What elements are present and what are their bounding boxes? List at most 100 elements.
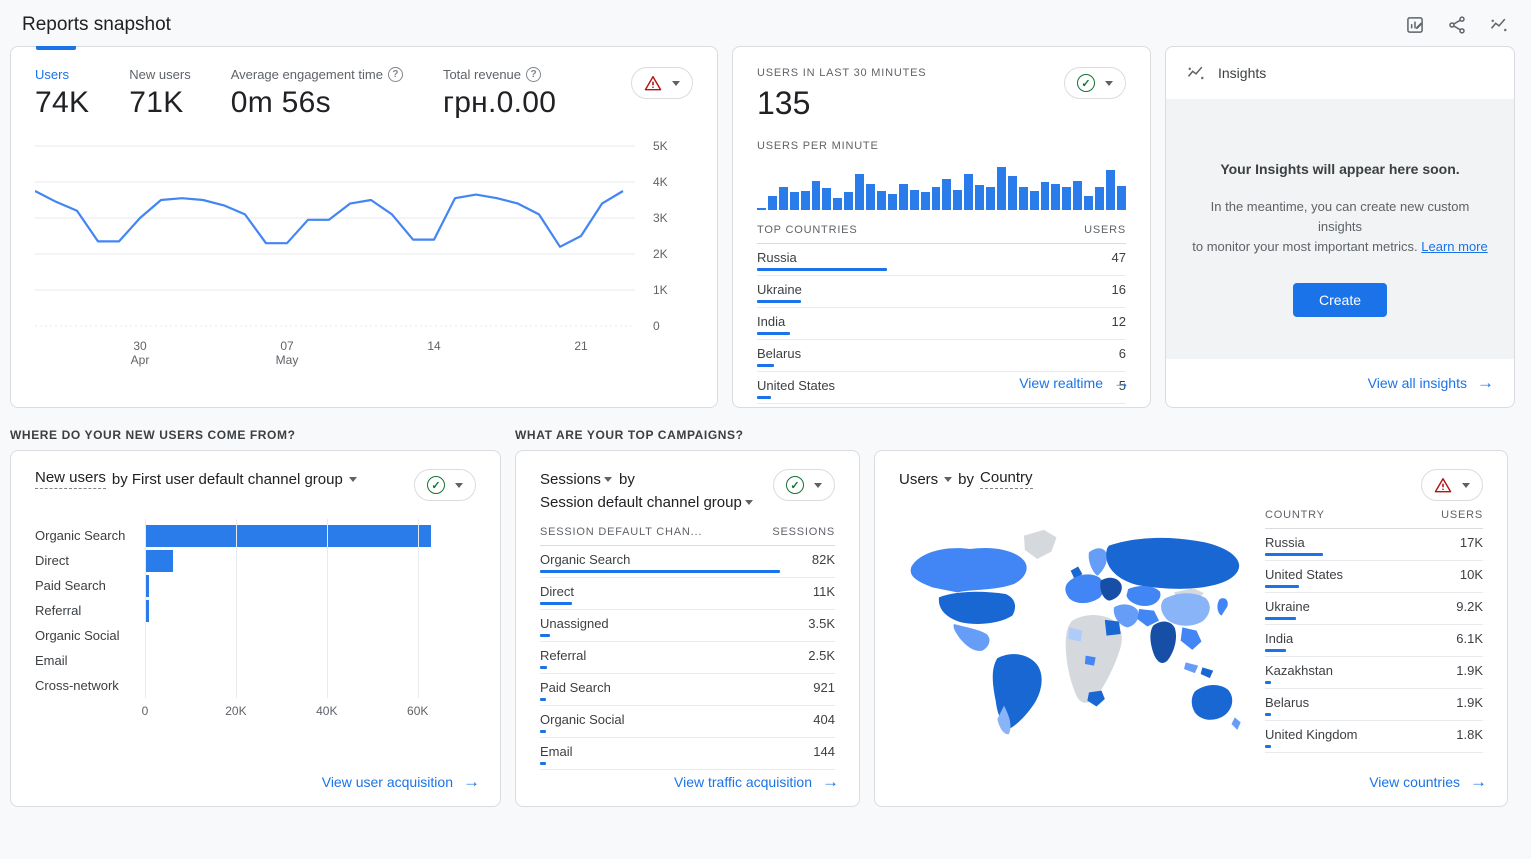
metric-selector[interactable]: New users xyxy=(35,469,106,489)
category-label: Cross-network xyxy=(35,678,145,693)
dimension-selector[interactable]: Country xyxy=(980,469,1033,489)
minute-bar xyxy=(932,187,941,210)
minute-bar xyxy=(768,196,777,210)
row-minibar xyxy=(757,364,774,367)
section-title-campaigns: WHAT ARE YOUR TOP CAMPAIGNS? xyxy=(515,428,875,442)
svg-text:5K: 5K xyxy=(653,139,668,153)
row-label: Ukraine xyxy=(757,282,802,297)
chevron-down-icon[interactable] xyxy=(745,500,753,505)
view-all-insights-link[interactable]: View all insights→ xyxy=(1368,373,1494,393)
chevron-down-icon[interactable] xyxy=(604,477,612,482)
data-quality-dropdown[interactable] xyxy=(631,67,693,99)
row-label: United Kingdom xyxy=(1265,727,1358,742)
category-label: Organic Social xyxy=(35,628,145,643)
column-header: USERS xyxy=(1441,509,1483,521)
metric-tab-new-users[interactable]: New users 71K xyxy=(129,67,190,120)
minute-bar xyxy=(921,192,930,210)
view-realtime-link[interactable]: View realtime→ xyxy=(1019,373,1130,393)
learn-more-link[interactable]: Learn more xyxy=(1421,239,1487,254)
insights-header-label: Insights xyxy=(1218,65,1266,81)
hbar-row: Paid Search xyxy=(35,573,476,598)
hbar-row: Referral xyxy=(35,598,476,623)
view-traffic-acquisition-link[interactable]: View traffic acquisition→ xyxy=(674,772,839,792)
metric-tab-total-revenue[interactable]: Total revenue ? грн.0.00 xyxy=(443,67,556,120)
metric-label: New users xyxy=(129,67,190,82)
minute-bar xyxy=(1051,184,1060,210)
minute-bar xyxy=(997,167,1006,210)
help-icon[interactable]: ? xyxy=(526,67,541,82)
svg-text:0: 0 xyxy=(653,319,660,333)
chart-title: Users by Country xyxy=(899,469,1033,489)
row-label: Belarus xyxy=(1265,695,1309,710)
minute-bar xyxy=(1106,170,1115,210)
column-header: USERS xyxy=(1084,224,1126,236)
x-tick-label: 20K xyxy=(225,704,246,718)
customize-report-icon[interactable] xyxy=(1405,15,1425,35)
row-label: Unassigned xyxy=(540,616,609,631)
data-quality-dropdown[interactable]: ✓ xyxy=(773,469,835,501)
share-icon[interactable] xyxy=(1447,15,1467,35)
data-quality-dropdown[interactable] xyxy=(1421,469,1483,501)
table-row: India6.1K xyxy=(1265,625,1483,657)
chevron-down-icon xyxy=(672,81,680,86)
page-title: Reports snapshot xyxy=(22,14,171,36)
minute-bar xyxy=(1062,187,1071,210)
metric-selector[interactable]: Sessions xyxy=(540,471,601,488)
row-value: 47 xyxy=(1112,250,1126,265)
arrow-right-icon: → xyxy=(822,772,839,792)
minute-bar xyxy=(942,179,951,210)
chevron-down-icon xyxy=(1105,81,1113,86)
minute-bar xyxy=(877,191,886,210)
realtime-title: USERS IN LAST 30 MINUTES xyxy=(757,67,926,79)
minute-bar xyxy=(1030,191,1039,210)
view-user-acquisition-link[interactable]: View user acquisition→ xyxy=(322,772,480,792)
row-label: United States xyxy=(757,378,835,393)
row-value: 12 xyxy=(1112,314,1126,329)
channels-x-axis: 020K40K60K xyxy=(145,698,476,718)
chevron-down-icon xyxy=(1462,483,1470,488)
metric-value: грн.0.00 xyxy=(443,86,556,120)
per-minute-label: USERS PER MINUTE xyxy=(757,140,1126,152)
x-tick-label: 60K xyxy=(407,704,428,718)
metric-tab-users[interactable]: Users 74K xyxy=(35,67,89,120)
metric-label: Average engagement time xyxy=(231,67,383,82)
arrow-right-icon: → xyxy=(463,772,480,792)
data-quality-dropdown[interactable]: ✓ xyxy=(1064,67,1126,99)
table-row: Referral2.5K xyxy=(540,642,835,674)
create-insight-button[interactable]: Create xyxy=(1293,283,1387,317)
svg-text:07: 07 xyxy=(280,339,294,353)
metric-tab-engagement-time[interactable]: Average engagement time ? 0m 56s xyxy=(231,67,403,120)
metric-selector[interactable]: Users xyxy=(899,471,938,488)
sessions-channel-card: Sessions by Session default channel grou… xyxy=(515,450,860,807)
minute-bar xyxy=(833,198,842,210)
metric-value: 0m 56s xyxy=(231,86,403,120)
row-label: India xyxy=(757,314,785,329)
hbar-row: Direct xyxy=(35,548,476,573)
row-minibar xyxy=(757,332,790,335)
table-row: Unassigned 3.5K xyxy=(540,610,835,642)
table-row: Email144 xyxy=(540,738,835,770)
minute-bar xyxy=(779,187,788,210)
dimension-selector[interactable]: Session default channel group xyxy=(540,494,742,511)
category-label: Referral xyxy=(35,603,145,618)
insights-icon[interactable] xyxy=(1489,15,1509,35)
row-minibar xyxy=(540,666,547,669)
data-quality-dropdown[interactable]: ✓ xyxy=(414,469,476,501)
hbar-row: Organic Search xyxy=(35,523,476,548)
minute-bar xyxy=(1019,187,1028,210)
view-countries-link[interactable]: View countries→ xyxy=(1369,772,1487,792)
channel-bar xyxy=(145,550,173,572)
chevron-down-icon[interactable] xyxy=(944,477,952,482)
minute-bar xyxy=(855,174,864,210)
metric-value: 71K xyxy=(129,86,190,120)
row-value: 3.5K xyxy=(808,616,835,631)
countries-table: COUNTRY USERS Russia17KUnited States10KU… xyxy=(1265,509,1483,753)
ok-check-icon: ✓ xyxy=(1077,74,1095,92)
help-icon[interactable]: ? xyxy=(388,67,403,82)
table-row: Belarus1.9K xyxy=(1265,689,1483,721)
row-value: 9.2K xyxy=(1456,599,1483,614)
category-label: Direct xyxy=(35,553,145,568)
arrow-right-icon: → xyxy=(1113,373,1130,393)
chevron-down-icon[interactable] xyxy=(349,477,357,482)
arrow-right-icon: → xyxy=(1470,772,1487,792)
